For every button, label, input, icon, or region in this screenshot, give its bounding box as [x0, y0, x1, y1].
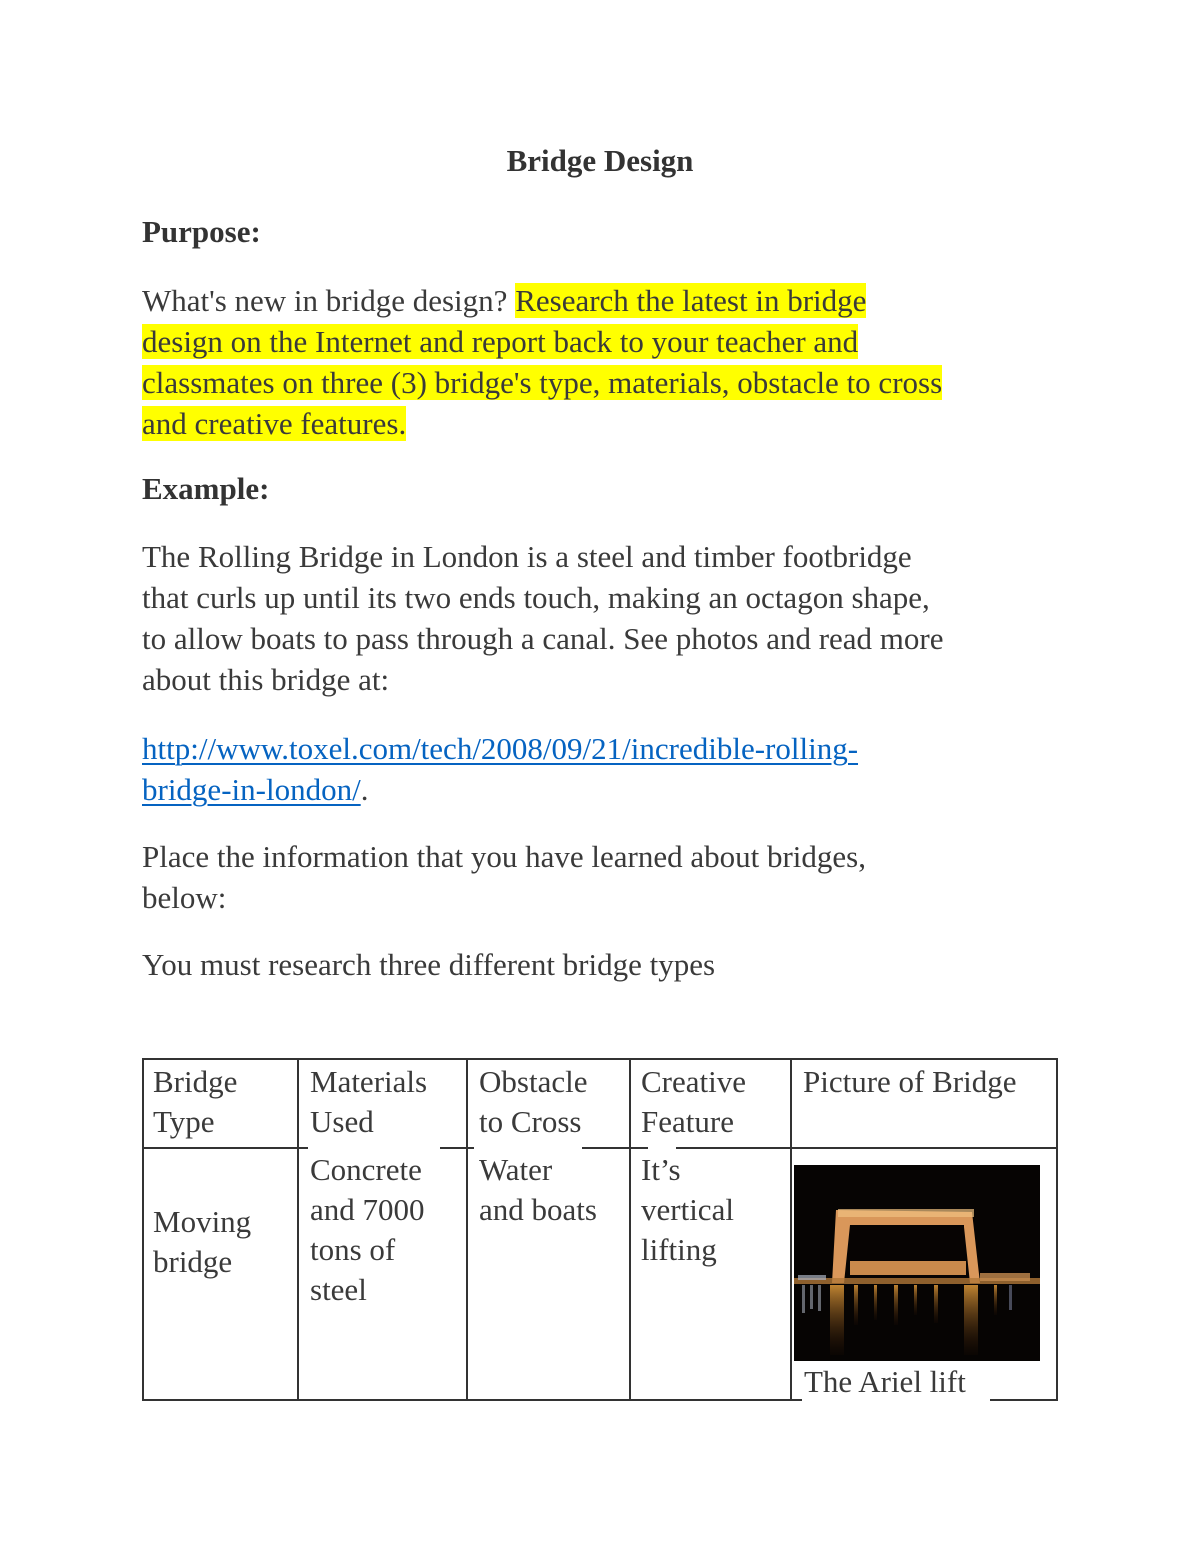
- cell-text: steel: [310, 1272, 367, 1307]
- header-text: Used: [310, 1104, 374, 1139]
- header-divider: [582, 1147, 648, 1149]
- header-picture: Picture of Bridge: [803, 1062, 1017, 1102]
- bridge-night-photo: [794, 1165, 1040, 1361]
- header-text: Feature: [641, 1104, 734, 1139]
- example-heading: Example:: [142, 471, 270, 506]
- document-page: Bridge Design Purpose: What's new in bri…: [0, 0, 1200, 1553]
- table-border-left: [142, 1058, 144, 1401]
- highlighted-text: design on the Internet and report back t…: [142, 324, 859, 359]
- photo-caption: The Ariel lift: [802, 1362, 968, 1402]
- link-paragraph: http://www.toxel.com/tech/2008/09/21/inc…: [142, 728, 1072, 810]
- bridge-research-table: Bridge Type Materials Used Obstacle to C…: [142, 1058, 1058, 1402]
- header-creative-feature: Creative Feature: [641, 1062, 746, 1142]
- example-paragraph: The Rolling Bridge in London is a steel …: [142, 536, 1072, 700]
- cell-text: Water: [479, 1152, 553, 1187]
- header-text: Bridge: [153, 1064, 238, 1099]
- cell-obstacle: Water and boats: [479, 1150, 597, 1230]
- cell-creative-feature: It’s vertical lifting: [641, 1150, 734, 1270]
- table-border-bottom: [990, 1399, 1058, 1401]
- highlighted-text: classmates on three (3) bridge's type, m…: [142, 365, 943, 400]
- header-divider: [676, 1147, 1058, 1149]
- instruction-line: below:: [142, 880, 227, 915]
- header-text: Materials: [310, 1064, 428, 1099]
- highlighted-text: Research the latest in bridge: [515, 283, 867, 318]
- table-border-top: [142, 1058, 1058, 1060]
- cell-text: and boats: [479, 1192, 597, 1227]
- cell-text: and 7000: [310, 1192, 425, 1227]
- header-bridge-type: Bridge Type: [153, 1062, 237, 1142]
- column-divider: [466, 1058, 468, 1401]
- cell-text: Moving: [153, 1204, 252, 1239]
- rolling-bridge-link[interactable]: http://www.toxel.com/tech/2008/09/21/inc…: [142, 731, 858, 766]
- document-title: Bridge Design: [506, 143, 694, 178]
- example-line: that curls up until its two ends touch, …: [142, 580, 930, 615]
- aerial-lift-bridge-icon: [794, 1165, 1040, 1361]
- purpose-paragraph: What's new in bridge design? Research th…: [142, 280, 1072, 444]
- purpose-heading: Purpose:: [142, 214, 261, 249]
- purpose-question: What's new in bridge design?: [142, 283, 516, 318]
- header-text: Picture of Bridge: [803, 1064, 1017, 1099]
- header-text: Obstacle: [479, 1064, 588, 1099]
- cell-text: bridge: [153, 1244, 233, 1279]
- table-border-bottom: [142, 1399, 802, 1401]
- header-materials: Materials Used: [310, 1062, 427, 1142]
- instruction-paragraph: Place the information that you have lear…: [142, 836, 1072, 918]
- cell-text: Concrete: [310, 1152, 422, 1187]
- column-divider: [297, 1058, 299, 1401]
- example-line: about this bridge at:: [142, 662, 390, 697]
- cell-text: vertical: [641, 1192, 734, 1227]
- highlighted-text: and creative features.: [142, 406, 407, 441]
- cell-materials: Concrete and 7000 tons of steel: [310, 1150, 425, 1310]
- cell-text: lifting: [641, 1232, 717, 1267]
- cell-text: tons of: [310, 1232, 396, 1267]
- cell-bridge-type: Moving bridge: [153, 1202, 251, 1282]
- header-text: to Cross: [479, 1104, 582, 1139]
- column-divider: [790, 1058, 792, 1401]
- header-text: Creative: [641, 1064, 747, 1099]
- header-text: Type: [153, 1104, 215, 1139]
- header-divider: [142, 1147, 308, 1149]
- table-border-right: [1056, 1058, 1058, 1401]
- header-obstacle: Obstacle to Cross: [479, 1062, 587, 1142]
- cell-text: It’s: [641, 1152, 681, 1187]
- example-line: to allow boats to pass through a canal. …: [142, 621, 944, 656]
- rolling-bridge-link-cont[interactable]: bridge-in-london/: [142, 772, 361, 807]
- header-divider: [440, 1147, 474, 1149]
- example-line: The Rolling Bridge in London is a steel …: [142, 539, 912, 574]
- link-period: .: [360, 772, 369, 807]
- instruction-line: Place the information that you have lear…: [142, 839, 866, 874]
- requirement-text: You must research three different bridge…: [142, 947, 716, 982]
- column-divider: [629, 1058, 631, 1401]
